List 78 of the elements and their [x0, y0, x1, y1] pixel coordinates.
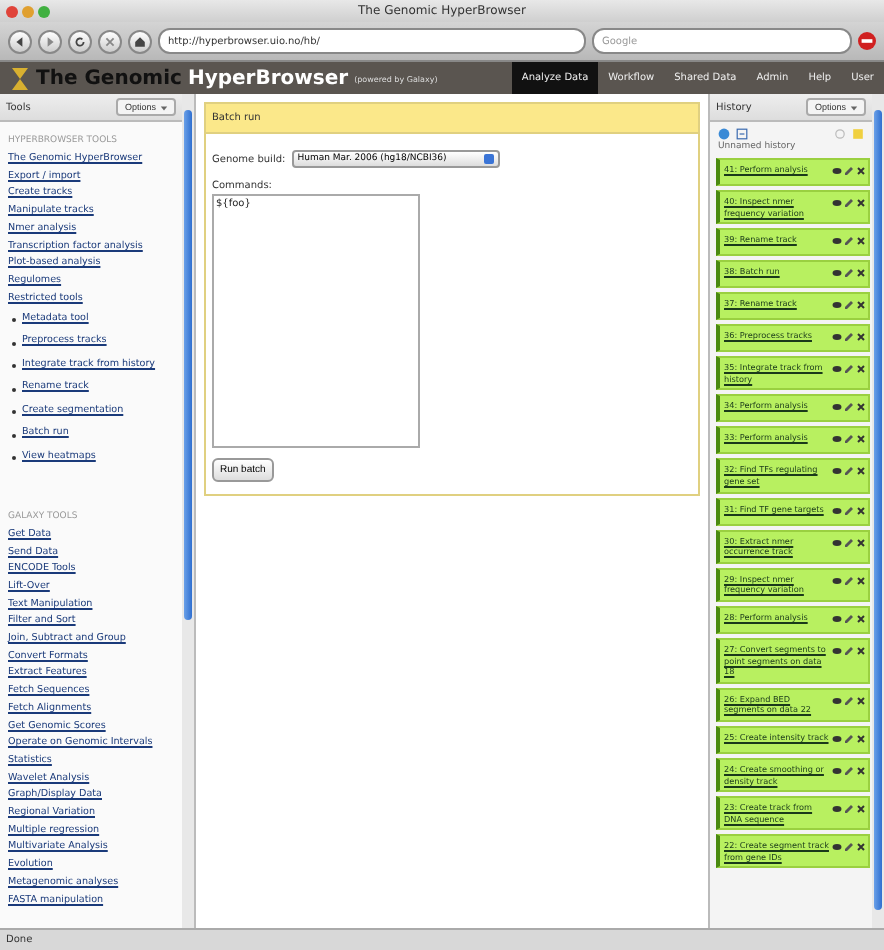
eye-icon[interactable] — [832, 733, 842, 744]
eye-icon[interactable] — [832, 645, 842, 656]
reload-button[interactable] — [68, 29, 92, 53]
pencil-icon[interactable] — [844, 466, 854, 477]
reload-icon — [74, 35, 86, 47]
eye-icon[interactable] — [832, 300, 842, 311]
home-button[interactable] — [128, 29, 152, 53]
pencil-icon[interactable] — [844, 402, 854, 413]
scrollbar-thumb[interactable] — [184, 110, 192, 620]
pencil-icon[interactable] — [844, 537, 854, 548]
delete-icon[interactable] — [856, 332, 866, 343]
home-icon — [134, 35, 146, 47]
back-button[interactable] — [8, 29, 32, 53]
eye-icon[interactable] — [832, 695, 842, 706]
forward-arrow-icon — [44, 35, 56, 47]
eye-icon[interactable] — [832, 166, 842, 176]
delete-icon[interactable] — [856, 575, 866, 586]
eye-icon[interactable] — [832, 804, 842, 815]
caret-icon — [850, 103, 858, 111]
eye-icon[interactable] — [832, 434, 842, 445]
delete-icon[interactable] — [856, 236, 866, 247]
back-arrow-icon — [14, 35, 26, 47]
pencil-icon[interactable] — [844, 842, 854, 853]
pencil-icon[interactable] — [844, 645, 854, 656]
pencil-icon[interactable] — [844, 765, 854, 776]
eye-icon[interactable] — [832, 765, 842, 776]
pencil-icon[interactable] — [844, 332, 854, 343]
delete-icon[interactable] — [856, 505, 866, 516]
eye-icon[interactable] — [832, 537, 842, 548]
delete-icon[interactable] — [856, 733, 866, 744]
close-icon[interactable] — [6, 5, 18, 17]
delete-icon[interactable] — [856, 198, 866, 208]
eye-icon[interactable] — [832, 402, 842, 413]
eye-icon[interactable] — [832, 575, 842, 586]
delete-icon[interactable] — [856, 537, 866, 548]
eye-icon[interactable] — [832, 466, 842, 477]
delete-icon[interactable] — [856, 166, 866, 176]
close-icon — [104, 35, 116, 47]
eye-icon[interactable] — [832, 198, 842, 208]
pencil-icon[interactable] — [844, 804, 854, 815]
delete-icon[interactable] — [856, 695, 866, 706]
delete-icon[interactable] — [856, 842, 866, 853]
delete-icon[interactable] — [856, 645, 866, 656]
pencil-icon[interactable] — [844, 434, 854, 445]
brand-title: HyperBrowser — [187, 67, 349, 89]
caret-icon — [160, 103, 168, 111]
delete-icon[interactable] — [856, 364, 866, 375]
pencil-icon[interactable] — [844, 505, 854, 516]
delete-icon[interactable] — [856, 300, 866, 311]
collapse-icon[interactable] — [736, 128, 748, 140]
brand-title: The Genomic — [36, 67, 182, 89]
eye-icon[interactable] — [832, 842, 842, 853]
eye-icon[interactable] — [832, 332, 842, 343]
eye-icon[interactable] — [832, 364, 842, 375]
pencil-icon[interactable] — [844, 575, 854, 586]
pencil-icon[interactable] — [844, 198, 854, 208]
pencil-icon[interactable] — [844, 300, 854, 311]
eye-icon[interactable] — [832, 613, 842, 624]
delete-icon[interactable] — [856, 402, 866, 413]
delete-icon[interactable] — [856, 804, 866, 815]
pencil-icon[interactable] — [844, 733, 854, 744]
delete-icon[interactable] — [856, 613, 866, 624]
eye-icon[interactable] — [832, 505, 842, 516]
pencil-icon[interactable] — [844, 613, 854, 624]
pencil-icon[interactable] — [844, 236, 854, 247]
logo-icon — [12, 67, 28, 89]
eye-icon[interactable] — [832, 268, 842, 279]
delete-icon[interactable] — [856, 268, 866, 279]
eye-icon[interactable] — [832, 236, 842, 247]
pencil-icon[interactable] — [844, 695, 854, 706]
pencil-icon[interactable] — [844, 268, 854, 279]
delete-icon[interactable] — [856, 466, 866, 477]
scrollbar-thumb[interactable] — [874, 110, 882, 910]
stop-sign-icon[interactable] — [858, 32, 876, 50]
delete-icon[interactable] — [856, 765, 866, 776]
pencil-icon[interactable] — [844, 364, 854, 375]
pencil-icon[interactable] — [844, 166, 854, 176]
delete-icon[interactable] — [856, 434, 866, 445]
